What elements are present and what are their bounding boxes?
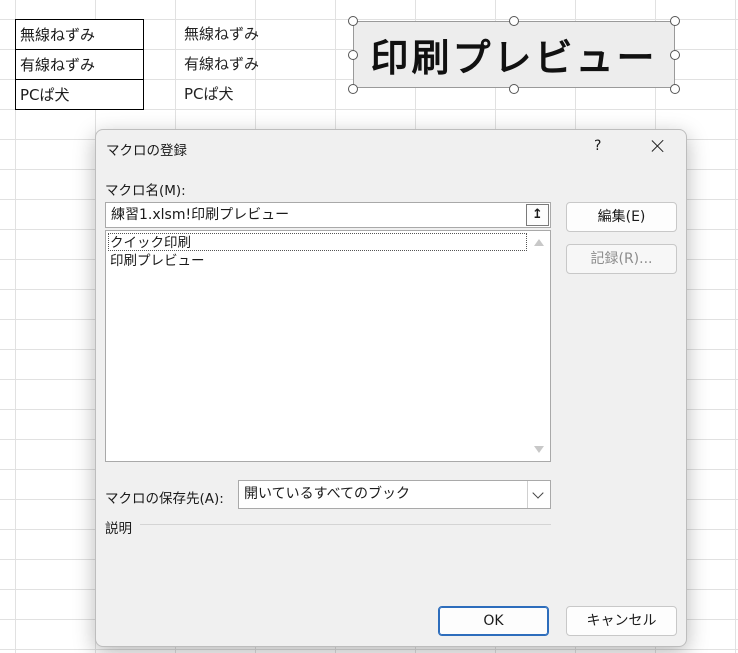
cancel-button[interactable]: キャンセル [566, 606, 677, 636]
record-button[interactable]: 記録(R)... [566, 244, 677, 274]
resize-handle[interactable] [670, 84, 680, 94]
table-cell[interactable]: 有線ねずみ [16, 50, 143, 80]
macro-name-input[interactable]: 練習1.xlsm!印刷プレビュー [105, 202, 551, 228]
store-in-label: マクロの保存先(A): [105, 491, 224, 507]
resize-handle[interactable] [509, 84, 519, 94]
dialog-title: マクロの登録 [106, 143, 187, 159]
sheet-cell[interactable]: 有線ねずみ [184, 49, 259, 79]
help-button[interactable]: ? [594, 138, 601, 154]
sheet-cell[interactable]: PCぱ犬 [184, 79, 234, 109]
collapse-dialog-icon[interactable]: ↥ [526, 204, 549, 226]
resize-handle[interactable] [670, 16, 680, 26]
sheet-cell[interactable]: 無線ねずみ [184, 19, 259, 49]
macro-name-label: マクロ名(M): [105, 183, 186, 199]
resize-handle[interactable] [348, 16, 358, 26]
chevron-down-icon[interactable] [527, 481, 550, 508]
table-cell[interactable]: PCぱ犬 [16, 80, 143, 109]
resize-handle[interactable] [670, 50, 680, 60]
table-cell[interactable]: 無線ねずみ [16, 20, 143, 50]
close-icon[interactable] [647, 135, 669, 157]
assign-macro-dialog: マクロの登録 ? マクロ名(M): 練習1.xlsm!印刷プレビュー ↥ クイッ… [95, 129, 687, 647]
description-divider [140, 524, 551, 525]
macro-list[interactable]: クイック印刷 印刷プレビュー [105, 230, 551, 462]
store-in-select[interactable]: 開いているすべてのブック [238, 480, 551, 509]
print-preview-shape[interactable]: 印刷プレビュー [353, 21, 675, 88]
ok-button[interactable]: OK [438, 606, 549, 636]
resize-handle[interactable] [348, 50, 358, 60]
description-label: 説明 [105, 521, 132, 537]
store-in-value: 開いているすべてのブック [244, 486, 411, 502]
list-item[interactable]: 印刷プレビュー [109, 252, 205, 270]
list-scrollbar[interactable] [530, 231, 550, 461]
resize-handle[interactable] [509, 16, 519, 26]
list-item[interactable]: クイック印刷 [108, 233, 527, 251]
scroll-up-icon[interactable] [534, 239, 544, 246]
edit-button[interactable]: 編集(E) [566, 202, 677, 232]
scroll-down-icon[interactable] [534, 446, 544, 453]
bordered-table: 無線ねずみ 有線ねずみ PCぱ犬 [15, 19, 144, 110]
resize-handle[interactable] [348, 84, 358, 94]
